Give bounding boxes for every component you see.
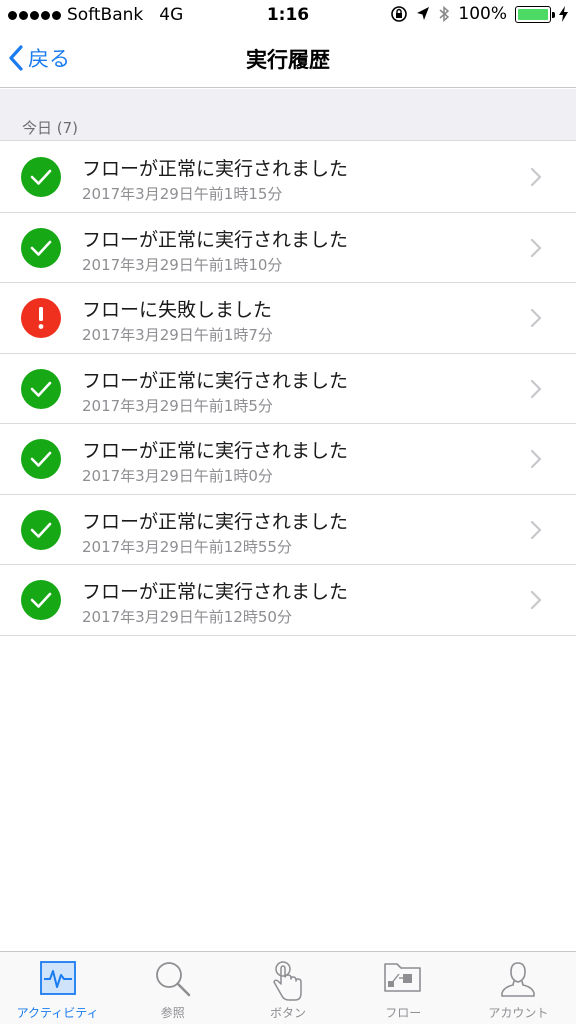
status-right: 100% [390,4,568,24]
status-bar: SoftBank 4G 1:16 100% [0,0,576,30]
tab-account-label: アカウント [488,1006,549,1020]
touch-icon [273,961,302,1001]
history-item-time: 2017年3月29日午前1時0分 [82,467,273,485]
success-check-icon [21,227,61,268]
history-list-item[interactable]: フローが正常に実行されました 2017年3月29日午前12時55分 [0,495,576,565]
chevron-right-icon [530,590,542,610]
chevron-right-icon [530,238,542,257]
section-header: 今日 (7) [0,89,576,141]
success-check-icon [21,368,61,409]
tab-bar: アクティビティ 参照 ボタン フロー アカウント [0,951,576,1024]
page-title: 実行履歴 [246,48,330,72]
history-item-title: フローに失敗しました [82,299,273,321]
chevron-right-icon [530,520,542,539]
chevron-right-icon [530,449,542,469]
tab-browse-label: 参照 [160,1006,185,1020]
activity-icon [39,961,76,995]
account-icon [501,962,536,997]
history-item-time: 2017年3月29日午前1時7分 [82,326,273,344]
history-list-item[interactable]: フローが正常に実行されました 2017年3月29日午前1時5分 [0,354,576,424]
history-item-time: 2017年3月29日午前1時10分 [82,255,283,274]
tab-activity[interactable]: アクティビティ [0,952,115,1024]
history-list-item[interactable]: フローが正常に実行されました 2017年3月29日午前1時0分 [0,424,576,495]
tab-activity-label: アクティビティ [16,1006,99,1020]
navigation-bar: 戻る 実行履歴 [0,30,576,88]
history-item-title: フローが正常に実行されました [82,440,349,462]
success-check-icon [21,439,61,479]
history-item-title: フローが正常に実行されました [82,158,349,180]
history-list-item[interactable]: フローに失敗しました 2017年3月29日午前1時7分 [0,283,576,354]
section-header-label: 今日 (7) [22,119,79,137]
history-item-time: 2017年3月29日午前1時5分 [82,396,273,415]
tab-account[interactable]: アカウント [461,952,576,1024]
tab-buttons-label: ボタン [270,1006,307,1020]
success-check-icon [21,580,61,620]
charging-icon [559,6,568,22]
chevron-right-icon [530,379,542,398]
history-item-title: フローが正常に実行されました [82,228,349,251]
tab-flows[interactable]: フロー [346,952,461,1024]
chevron-right-icon [530,167,542,187]
tab-browse[interactable]: 参照 [115,952,230,1024]
location-arrow-icon [417,7,430,20]
history-list-item[interactable]: フローが正常に実行されました 2017年3月29日午前1時10分 [0,213,576,283]
bluetooth-icon [439,5,450,23]
history-item-time: 2017年3月29日午前12時50分 [82,608,292,626]
history-list-item[interactable]: フローが正常に実行されました 2017年3月29日午前1時15分 [0,142,576,213]
search-icon [155,962,191,997]
history-item-title: フローが正常に実行されました [82,369,349,392]
flow-folder-icon [384,963,422,992]
history-item-time: 2017年3月29日午前12時55分 [82,537,292,556]
tab-buttons[interactable]: ボタン [230,952,345,1024]
chevron-right-icon [530,308,542,328]
battery-icon [515,5,555,23]
success-check-icon [21,157,61,197]
history-list: フローが正常に実行されました 2017年3月29日午前1時15分 フローが正常に実行… [0,142,576,636]
history-list-item[interactable]: フローが正常に実行されました 2017年3月29日午前12時50分 [0,565,576,636]
success-check-icon [21,509,61,550]
history-item-title: フローが正常に実行されました [82,510,349,533]
history-item-title: フローが正常に実行されました [82,581,349,603]
rotation-lock-icon [391,6,408,22]
error-exclamation-icon [21,298,61,338]
history-item-time: 2017年3月29日午前1時15分 [82,185,283,203]
battery-percent: 100% [458,4,507,24]
tab-flows-label: フロー [385,1006,422,1020]
